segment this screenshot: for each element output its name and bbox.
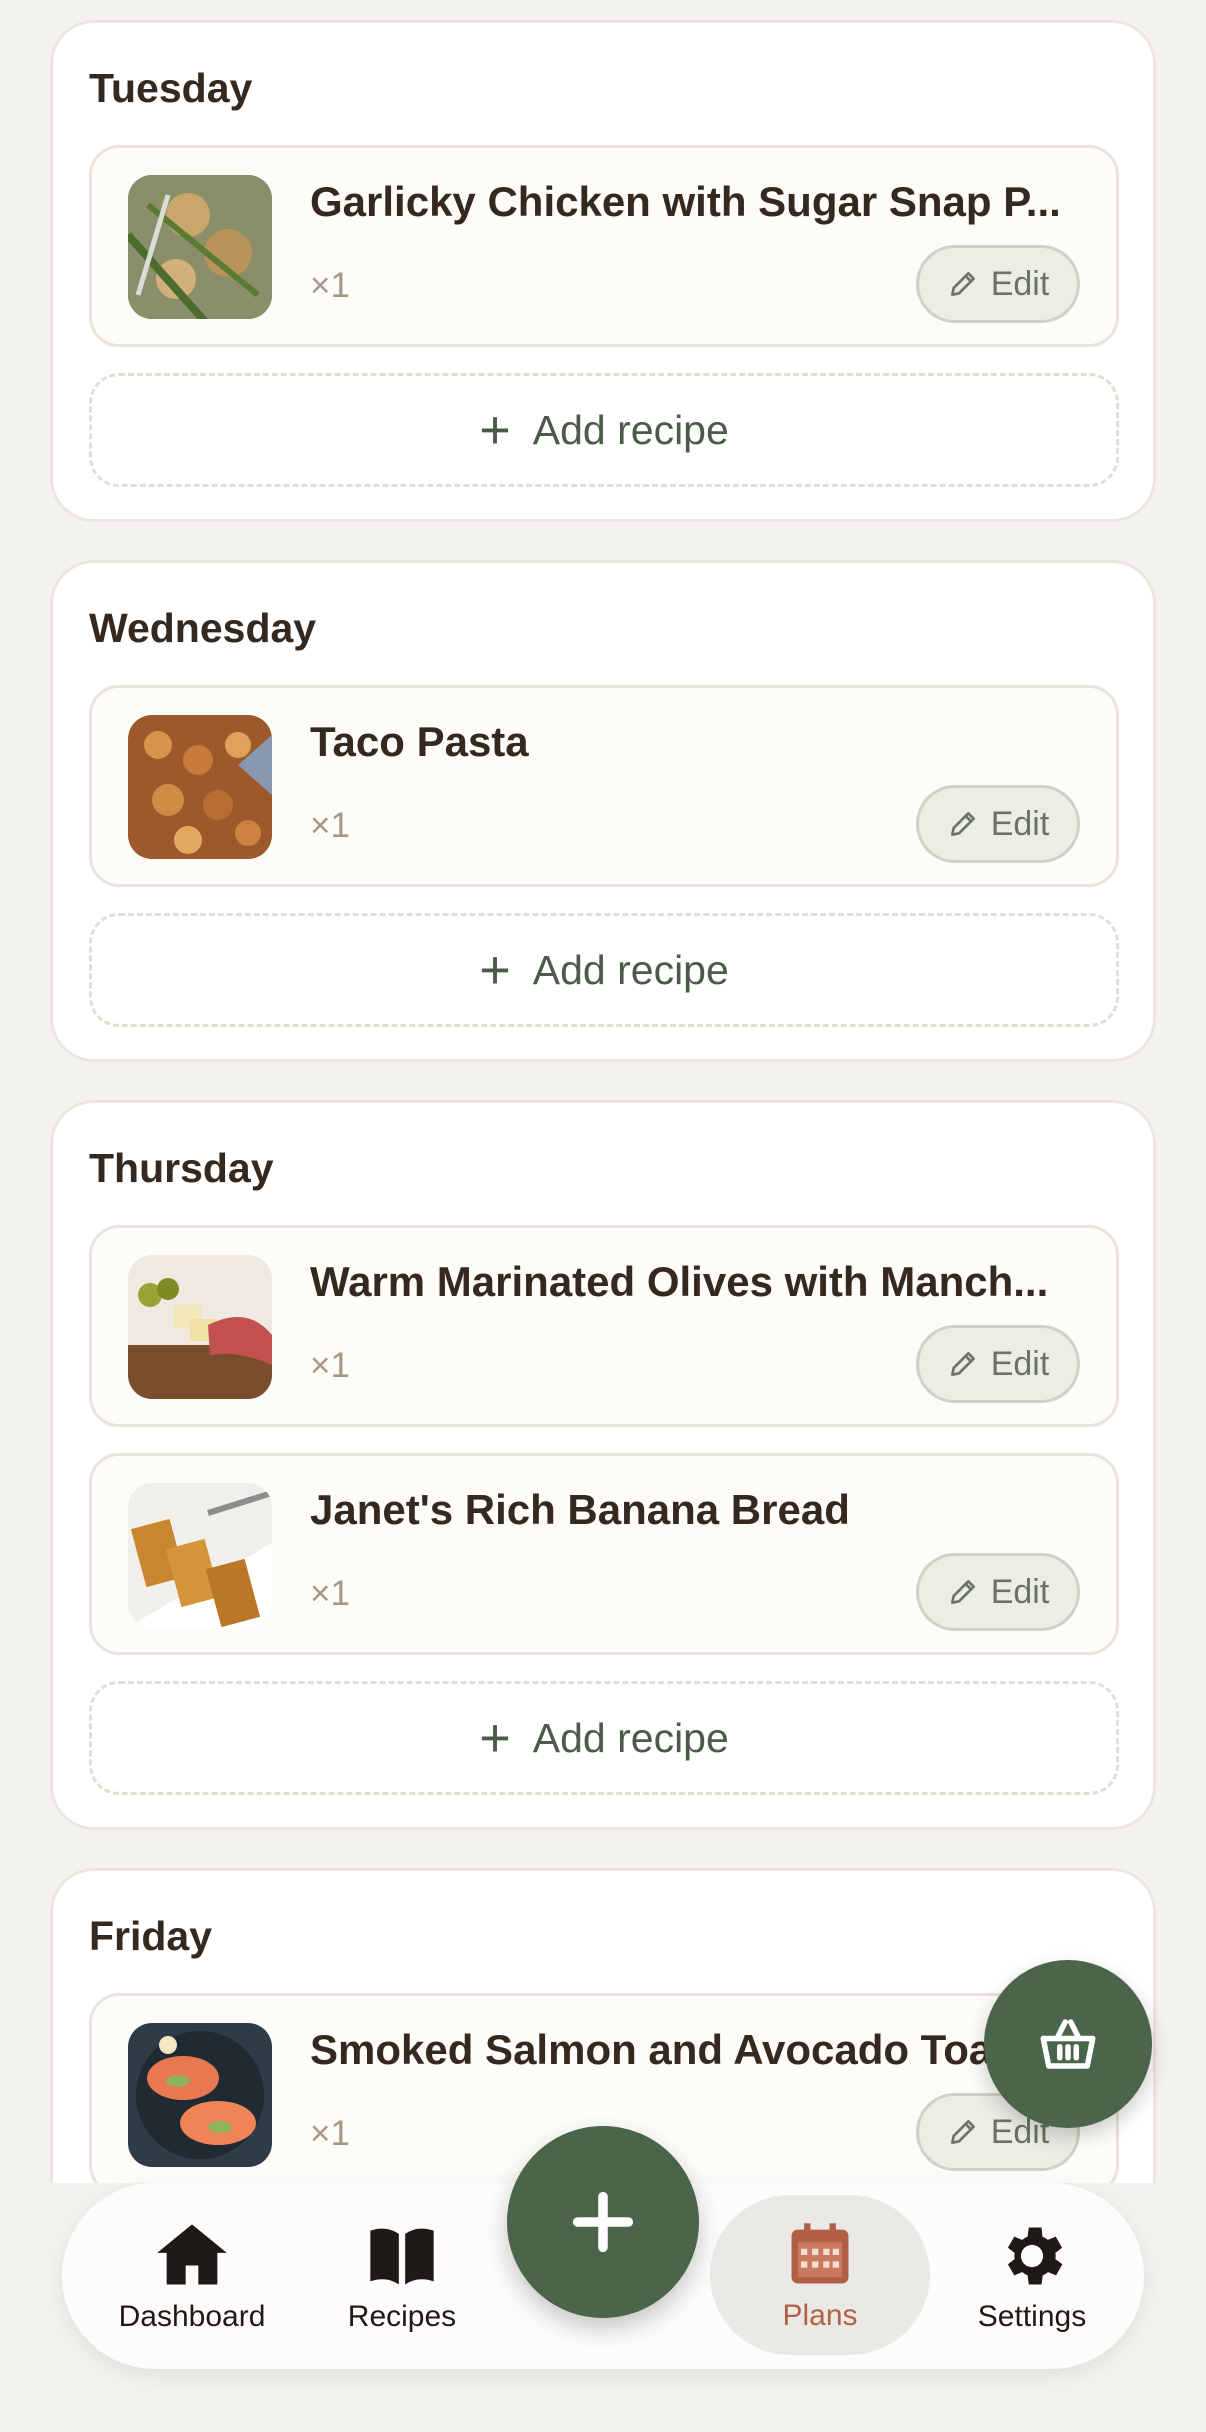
plus-icon: + [479,940,511,1000]
plus-icon [572,2191,634,2253]
nav-label: Dashboard [118,2300,266,2333]
recipe-thumbnail [128,1255,272,1399]
book-icon [370,2228,434,2285]
add-recipe-button[interactable]: + Add recipe [89,373,1119,487]
edit-button[interactable]: Edit [916,1553,1080,1631]
nav-label: Recipes [347,2300,457,2333]
recipe-quantity: ×1 [310,1346,350,1385]
nav-plans[interactable]: Plans [710,2195,930,2355]
day-title: Thursday [89,1145,274,1191]
meal-plan-screen: Tuesday Garlicky Chicken with Sugar Snap… [0,0,1206,2432]
recipe-name: Janet's Rich Banana Bread [310,1486,850,1533]
recipe-quantity: ×1 [310,1574,350,1613]
pencil-icon [950,1352,975,1376]
recipe-thumbnail [128,2023,272,2167]
edit-button[interactable]: Edit [916,785,1080,863]
edit-label: Edit [990,264,1050,303]
basket-icon [1040,2019,1096,2069]
pencil-icon [950,2120,975,2144]
pencil-icon [950,812,975,836]
gear-icon [1007,2227,1063,2285]
edit-button[interactable]: Edit [916,245,1080,323]
recipe-card[interactable]: Warm Marinated Olives with Manch... ×1 E… [89,1225,1119,1427]
add-recipe-label: Add recipe [532,406,729,453]
recipe-card[interactable]: Taco Pasta ×1 Edit [89,685,1119,887]
day-title: Tuesday [89,65,253,111]
recipe-card[interactable]: Janet's Rich Banana Bread ×1 Edit [89,1453,1119,1655]
nav-label: Plans [782,2299,858,2332]
pencil-icon [950,272,975,296]
recipe-thumbnail [128,715,272,859]
add-recipe-label: Add recipe [532,946,729,993]
day-title: Wednesday [89,605,317,651]
day-card-wednesday: Wednesday Taco Pasta ×1 Edit + Add recip… [50,560,1156,1062]
edit-label: Edit [990,804,1050,843]
recipe-name: Taco Pasta [310,718,529,765]
edit-label: Edit [990,1572,1050,1611]
recipe-name: Warm Marinated Olives with Manch... [310,1258,1049,1305]
recipe-thumbnail [128,175,272,319]
edit-label: Edit [990,1344,1050,1383]
recipe-card[interactable]: Garlicky Chicken with Sugar Snap P... ×1… [89,145,1119,347]
plus-icon: + [479,400,511,460]
pencil-icon [950,1580,975,1604]
nav-settings[interactable]: Settings [942,2183,1122,2369]
recipe-quantity: ×1 [310,266,350,305]
day-title: Friday [89,1913,213,1959]
plus-icon: + [479,1708,511,1768]
nav-dashboard[interactable]: Dashboard [92,2183,292,2369]
home-icon [157,2224,227,2285]
recipe-quantity: ×1 [310,2114,350,2153]
add-recipe-button[interactable]: + Add recipe [89,913,1119,1027]
add-recipe-label: Add recipe [532,1714,729,1761]
nav-label: Settings [977,2300,1087,2333]
calendar-icon [791,2223,849,2284]
add-button[interactable] [507,2126,699,2318]
recipe-quantity: ×1 [310,806,350,845]
nav-recipes[interactable]: Recipes [322,2183,482,2369]
edit-button[interactable]: Edit [916,1325,1080,1403]
recipe-thumbnail [128,1483,272,1627]
add-recipe-button[interactable]: + Add recipe [89,1681,1119,1795]
day-card-thursday: Thursday Warm Marinated Olives with Manc… [50,1100,1156,1830]
recipe-name: Garlicky Chicken with Sugar Snap P... [310,178,1061,225]
day-card-tuesday: Tuesday Garlicky Chicken with Sugar Snap… [50,20,1156,522]
recipe-name: Smoked Salmon and Avocado Toast [310,2026,1030,2073]
shopping-cart-button[interactable] [984,1960,1152,2128]
